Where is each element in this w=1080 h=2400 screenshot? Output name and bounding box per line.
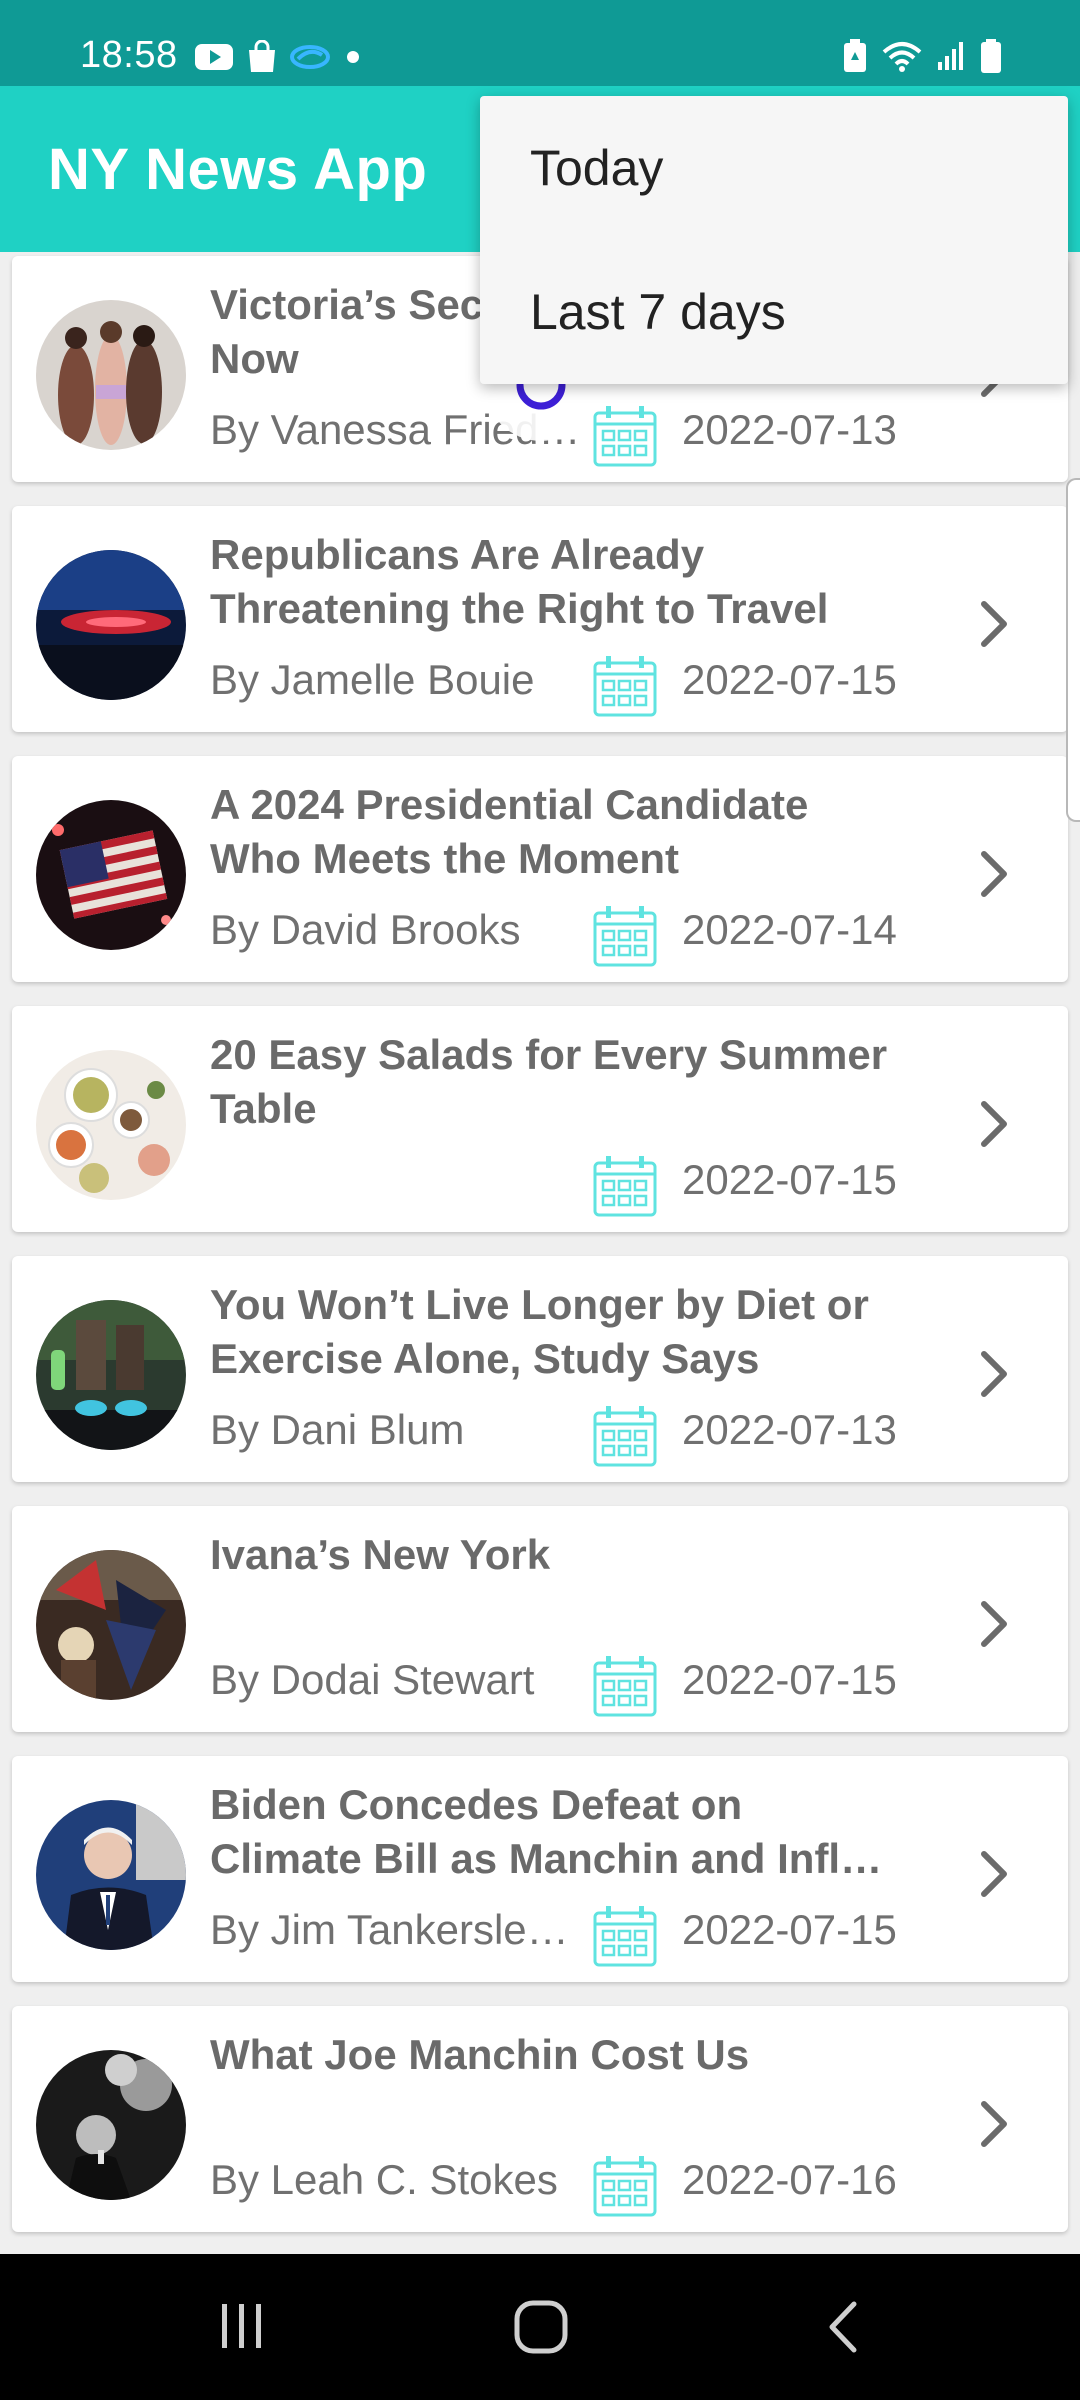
news-card[interactable]: Biden Concedes Defeat on Climate Bill as… bbox=[12, 1756, 1068, 1982]
article-title: Biden Concedes Defeat on Climate Bill as… bbox=[210, 1781, 883, 1882]
signal-icon bbox=[938, 42, 963, 70]
cloud-sync-icon bbox=[290, 45, 330, 69]
article-date: 2022-07-16 bbox=[682, 2156, 897, 2203]
article-byline: By Jamelle Bouie bbox=[210, 656, 535, 703]
dot-icon bbox=[347, 51, 359, 63]
status-bar: 18:58 bbox=[0, 0, 1080, 86]
article-date: 2022-07-14 bbox=[682, 906, 897, 953]
article-date: 2022-07-15 bbox=[682, 1906, 897, 1953]
wifi-icon bbox=[882, 42, 922, 72]
article-thumbnail bbox=[36, 550, 186, 700]
shopping-bag-icon bbox=[249, 40, 275, 72]
news-card[interactable]: A 2024 Presidential Candidate Who Meets … bbox=[12, 756, 1068, 982]
chevron-right-icon[interactable] bbox=[974, 1848, 1014, 1900]
chevron-right-icon[interactable] bbox=[974, 848, 1014, 900]
calendar-icon bbox=[593, 2156, 657, 2217]
article-date: 2022-07-13 bbox=[682, 1406, 897, 1453]
article-date: 2022-07-15 bbox=[682, 656, 897, 703]
article-date: 2022-07-13 bbox=[682, 406, 897, 453]
article-title: A 2024 Presidential Candidate Who Meets … bbox=[210, 781, 809, 882]
app-title: NY News App bbox=[48, 137, 428, 202]
article-thumbnail bbox=[36, 1800, 186, 1950]
article-title: 20 Easy Salads for Every Summer Table bbox=[210, 1031, 888, 1132]
chevron-right-icon[interactable] bbox=[974, 2098, 1014, 2150]
status-left-icons bbox=[194, 40, 364, 74]
news-card[interactable]: You Won’t Live Longer by Diet or Exercis… bbox=[12, 1256, 1068, 1482]
article-title: Ivana’s New York bbox=[210, 1531, 551, 1578]
article-byline: By Dodai Stewart bbox=[210, 1656, 535, 1703]
chevron-right-icon[interactable] bbox=[974, 598, 1014, 650]
article-title: What Joe Manchin Cost Us bbox=[210, 2031, 750, 2078]
status-time: 18:58 bbox=[80, 34, 178, 76]
article-thumbnail bbox=[36, 1300, 186, 1450]
news-list[interactable]: Victoria’s Sec Now By Vanessa Fried… 202… bbox=[0, 252, 1080, 2252]
article-thumbnail bbox=[36, 300, 186, 450]
article-title: Republicans Are Already Threatening the … bbox=[210, 531, 829, 632]
article-thumbnail bbox=[36, 800, 186, 950]
chevron-right-icon[interactable] bbox=[974, 1098, 1014, 1150]
loading-spinner bbox=[482, 384, 600, 444]
news-card[interactable]: 20 Easy Salads for Every Summer Table 20… bbox=[12, 1006, 1068, 1232]
article-title: You Won’t Live Longer by Diet or Exercis… bbox=[210, 1281, 869, 1382]
recents-icon[interactable] bbox=[214, 2298, 270, 2354]
home-icon[interactable] bbox=[512, 2298, 570, 2356]
article-date: 2022-07-15 bbox=[682, 1656, 897, 1703]
battery-icon bbox=[981, 39, 1001, 73]
system-nav-bar bbox=[0, 2254, 1080, 2400]
news-card[interactable]: Republicans Are Already Threatening the … bbox=[12, 506, 1068, 732]
article-thumbnail bbox=[36, 2050, 186, 2200]
menu-item-last-7-days[interactable]: Last 7 days bbox=[480, 240, 1068, 384]
article-thumbnail bbox=[36, 1050, 186, 1200]
status-right-icons bbox=[842, 38, 1002, 74]
youtube-icon bbox=[195, 44, 233, 70]
news-card[interactable]: What Joe Manchin Cost Us By Leah C. Stok… bbox=[12, 2006, 1068, 2232]
calendar-icon bbox=[593, 656, 657, 717]
calendar-icon bbox=[593, 906, 657, 967]
battery-saver-icon bbox=[844, 39, 866, 72]
scroll-handle[interactable] bbox=[1066, 478, 1080, 822]
calendar-icon bbox=[593, 1656, 657, 1717]
back-icon[interactable] bbox=[822, 2298, 866, 2356]
chevron-right-icon[interactable] bbox=[974, 1348, 1014, 1400]
article-date: 2022-07-15 bbox=[682, 1156, 897, 1203]
article-byline: By Jim Tankersle… bbox=[210, 1906, 569, 1953]
article-byline: By Leah C. Stokes bbox=[210, 2156, 558, 2203]
calendar-icon bbox=[593, 1156, 657, 1217]
menu-item-today[interactable]: Today bbox=[480, 96, 1068, 240]
calendar-icon bbox=[593, 1906, 657, 1967]
article-byline: By Dani Blum bbox=[210, 1406, 465, 1453]
article-thumbnail bbox=[36, 1550, 186, 1700]
chevron-right-icon[interactable] bbox=[974, 1598, 1014, 1650]
calendar-icon bbox=[593, 406, 657, 467]
calendar-icon bbox=[593, 1406, 657, 1467]
article-byline: By David Brooks bbox=[210, 906, 521, 953]
date-filter-menu: Today Last 7 days bbox=[480, 96, 1068, 384]
news-card[interactable]: Ivana’s New York By Dodai Stewart 2022-0… bbox=[12, 1506, 1068, 1732]
